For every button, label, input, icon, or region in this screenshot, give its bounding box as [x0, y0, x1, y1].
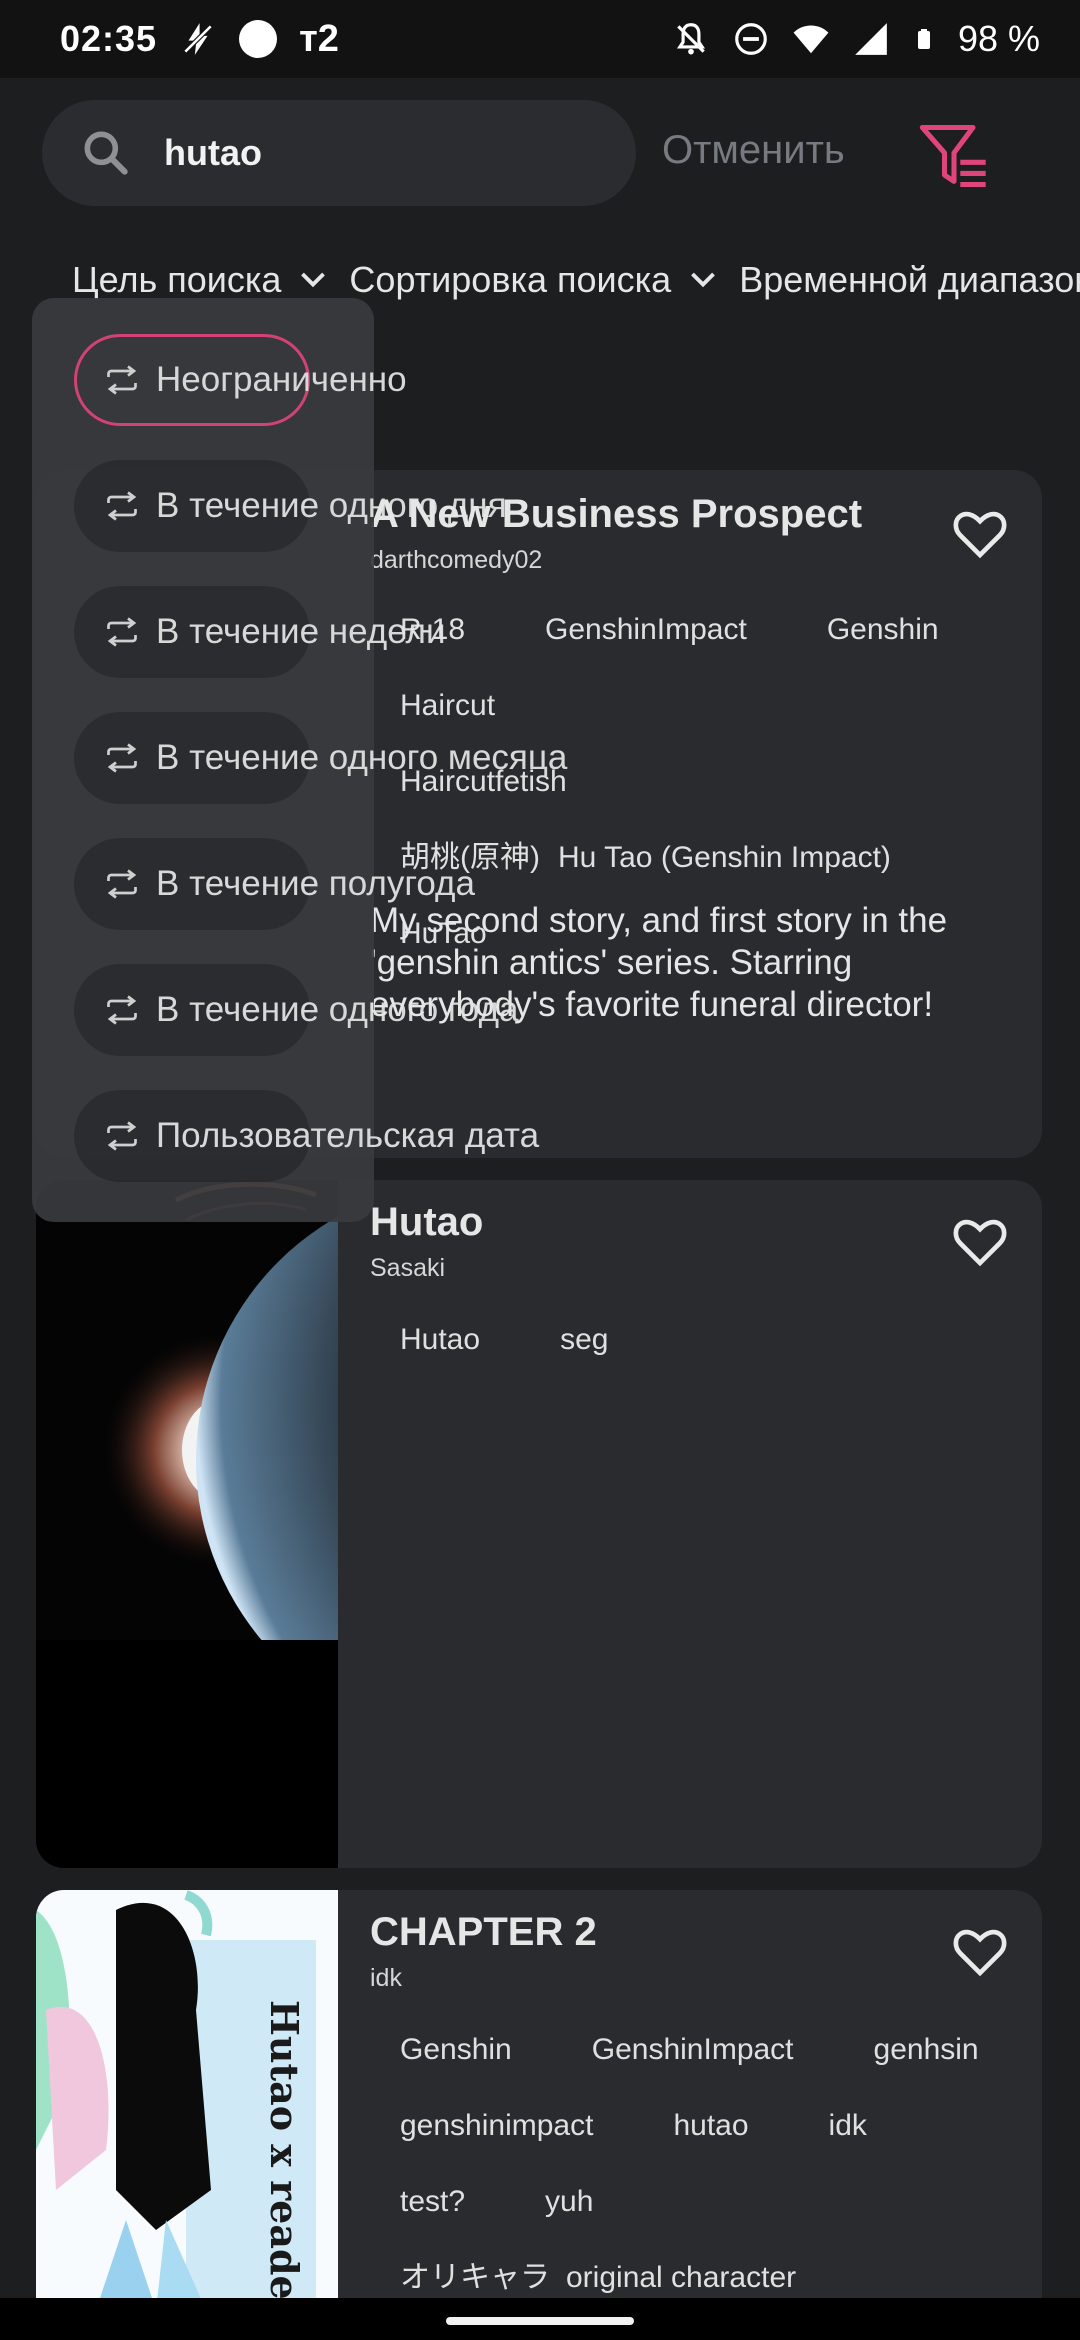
- repeat-icon: [107, 743, 137, 773]
- space-planet-illustration: [36, 1180, 338, 1868]
- signal-icon: [855, 23, 887, 55]
- repeat-icon: [107, 617, 137, 647]
- option-label: В течение одного дня: [156, 486, 507, 525]
- cover-image: [36, 1180, 338, 1868]
- no-charging-icon: [183, 23, 213, 55]
- filter-label: Сортировка поиска: [349, 259, 672, 300]
- cover-image: Hutao x reade: [36, 1890, 338, 2310]
- tag[interactable]: GenshinImpact: [592, 2012, 794, 2088]
- battery-icon: [917, 29, 930, 49]
- search-icon: [84, 131, 128, 175]
- option-label: В течение одного года: [156, 990, 519, 1029]
- tag[interactable]: Hu Tao (Genshin Impact): [558, 820, 891, 896]
- tag[interactable]: yuh: [545, 2164, 593, 2240]
- repeat-icon: [107, 365, 137, 395]
- time-range-dropdown: Неограниченно В течение одного дня В теч…: [32, 298, 567, 1222]
- muted-bell-icon: [676, 23, 705, 55]
- notification-dot-icon: [239, 20, 278, 58]
- repeat-icon: [107, 995, 137, 1025]
- repeat-icon: [107, 491, 137, 521]
- carrier-label: т2: [299, 17, 339, 60]
- favorite-heart-icon[interactable]: [950, 1214, 1010, 1270]
- tag[interactable]: Genshin: [827, 592, 939, 668]
- option-label: Пользовательская дата: [156, 1116, 540, 1155]
- cover-title-text: Hutao x reade: [262, 2000, 307, 2300]
- option-label: В течение одного месяца: [156, 738, 568, 777]
- option-label: Неограниченно: [156, 360, 407, 399]
- time-option-half-year[interactable]: В течение полугода: [74, 838, 475, 930]
- status-bar: 02:35 т2 98 %: [0, 0, 1080, 78]
- time-option-week[interactable]: В течение недели: [74, 586, 446, 678]
- time-option-custom-date[interactable]: Пользовательская дата: [74, 1090, 539, 1182]
- tag[interactable]: Genshin: [400, 2012, 512, 2088]
- filter-search-target[interactable]: Цель поиска: [72, 259, 331, 301]
- gesture-handle[interactable]: [446, 2317, 634, 2325]
- filter-icon[interactable]: [916, 118, 992, 194]
- card-author: Sasaki: [370, 1254, 446, 1282]
- filter-time-range[interactable]: Временной диапазон: [739, 259, 1080, 301]
- time-option-unlimited[interactable]: Неограниченно: [74, 334, 407, 426]
- do-not-disturb-icon: [735, 23, 767, 55]
- card-title: CHAPTER 2: [370, 1910, 597, 1954]
- cancel-button[interactable]: Отменить: [662, 128, 845, 173]
- card-tags: Genshin GenshinImpact genhsin genshinimp…: [400, 2012, 1018, 2310]
- repeat-icon: [107, 869, 137, 899]
- card-title: Hutao: [370, 1200, 484, 1244]
- time-option-month[interactable]: В течение одного месяца: [74, 712, 567, 804]
- tag[interactable]: hutao: [673, 2088, 748, 2164]
- result-card[interactable]: Hutao Sasaki Hutao seg: [36, 1180, 1042, 1868]
- favorite-heart-icon[interactable]: [950, 506, 1010, 562]
- tag[interactable]: Hutao: [400, 1302, 480, 1378]
- wifi-icon: [793, 25, 829, 54]
- option-label: В течение полугода: [156, 864, 475, 903]
- filter-search-sort[interactable]: Сортировка поиска: [349, 259, 721, 301]
- battery-percent: 98 %: [957, 18, 1040, 59]
- search-query: hutao: [164, 132, 262, 173]
- chevron-down-icon: [301, 272, 326, 288]
- tag[interactable]: genshinimpact: [400, 2088, 593, 2164]
- repeat-icon: [107, 1121, 137, 1151]
- time-option-day[interactable]: В течение одного дня: [74, 460, 507, 552]
- time-option-year[interactable]: В течение одного года: [74, 964, 518, 1056]
- tag[interactable]: test?: [400, 2164, 465, 2240]
- search-input[interactable]: hutao: [42, 100, 636, 206]
- card-tags: Hutao seg: [400, 1302, 1018, 1378]
- tag[interactable]: idk: [829, 2088, 867, 2164]
- chevron-down-icon: [691, 272, 716, 288]
- card-author: idk: [370, 1964, 402, 1992]
- tag[interactable]: GenshinImpact: [545, 592, 747, 668]
- status-time: 02:35: [60, 18, 158, 59]
- result-card[interactable]: Hutao x reade CHAPTER 2 idk Genshin Gens…: [36, 1890, 1042, 2310]
- filter-label: Цель поиска: [72, 259, 282, 300]
- option-label: В течение недели: [156, 612, 446, 651]
- tag[interactable]: seg: [560, 1302, 608, 1378]
- tag[interactable]: genhsin: [874, 2012, 979, 2088]
- favorite-heart-icon[interactable]: [950, 1924, 1010, 1980]
- filter-label: Временной диапазон: [739, 259, 1080, 300]
- anime-cover-illustration: Hutao x reade: [36, 1890, 338, 2310]
